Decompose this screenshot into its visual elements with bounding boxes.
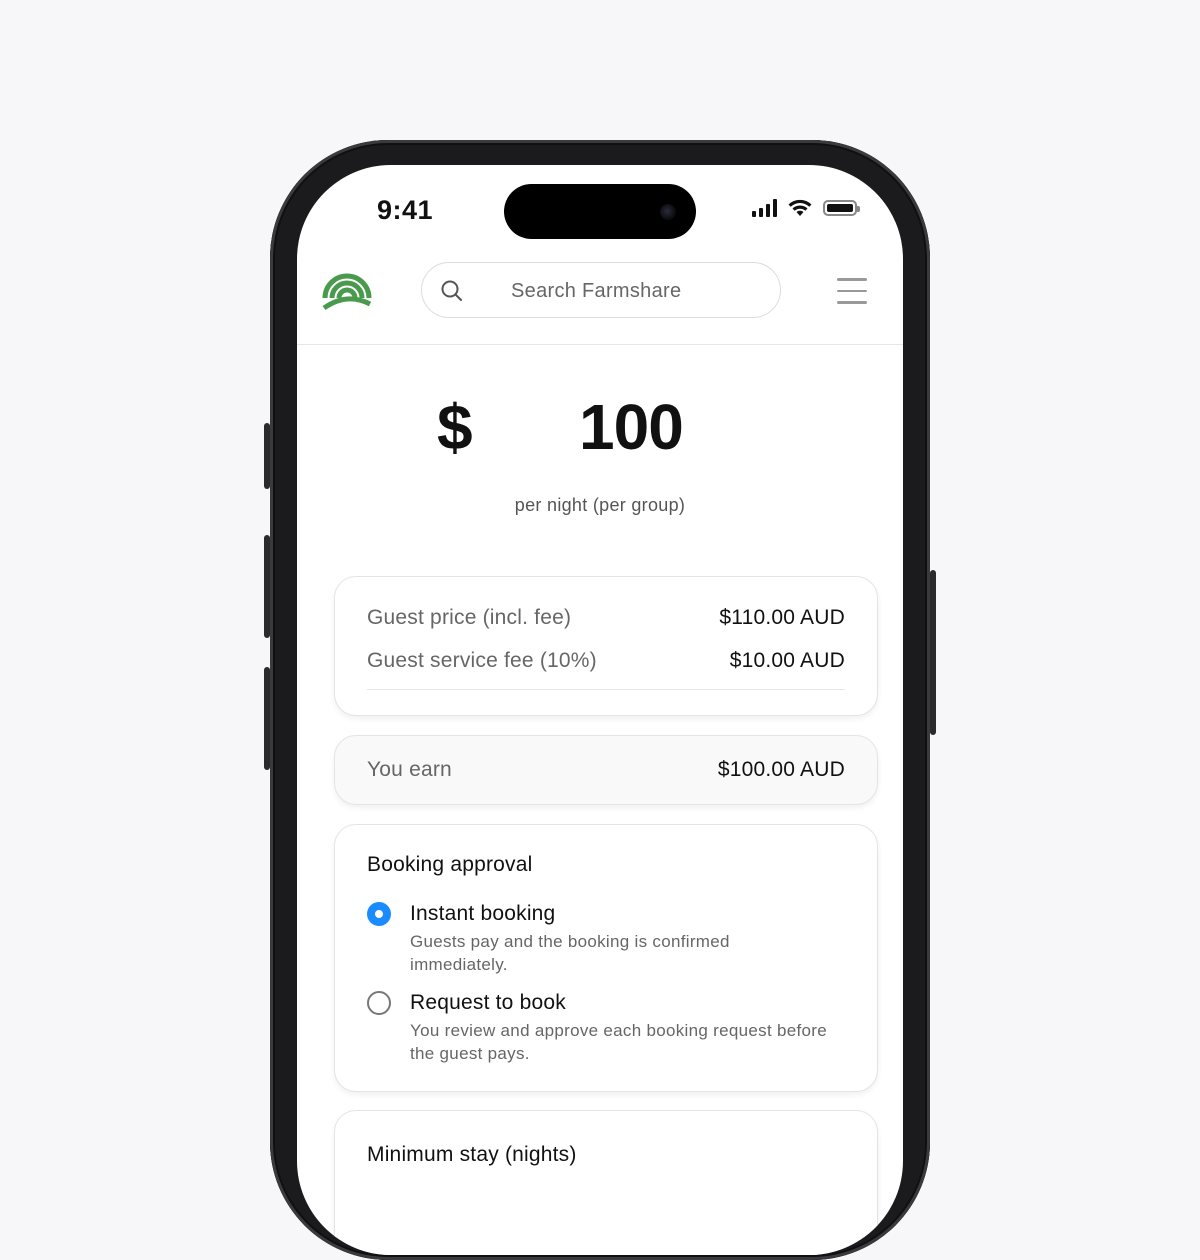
status-time: 9:41	[377, 195, 434, 225]
search-icon	[441, 280, 462, 301]
phone-screen: 9:41 Search Farmshare $ 100 per night (p…	[297, 165, 903, 1255]
minimum-stay-title: Minimum stay (nights)	[367, 1143, 577, 1166]
service-fee-label: Guest service fee (10%)	[367, 649, 597, 672]
booking-approval-card: Booking approval Instant booking Guests …	[334, 824, 878, 1092]
guest-price-value: $110.00 AUD	[719, 606, 845, 629]
price-amount[interactable]: 100	[579, 390, 684, 464]
earnings-value: $100.00 AUD	[717, 758, 845, 781]
guest-price-label: Guest price (incl. fee)	[367, 606, 572, 629]
earnings-card: You earn $100.00 AUD	[334, 735, 878, 805]
action-button	[264, 423, 270, 489]
app-header: Search Farmshare	[297, 260, 903, 345]
earnings-label: You earn	[367, 758, 452, 781]
service-fee-value: $10.00 AUD	[729, 649, 845, 672]
status-icons	[752, 198, 860, 218]
wifi-icon	[788, 199, 812, 216]
instant-booking-radio[interactable]	[367, 902, 391, 926]
phone-frame: 9:41 Search Farmshare $ 100 per night (p…	[264, 140, 936, 1260]
battery-icon	[823, 200, 860, 216]
request-to-book-radio[interactable]	[367, 991, 391, 1015]
camera-icon	[660, 204, 676, 220]
search-placeholder[interactable]: Search Farmshare	[511, 280, 681, 303]
hamburger-menu-icon[interactable]	[837, 278, 867, 304]
search-bar[interactable]: Search Farmshare	[421, 262, 781, 318]
instant-booking-description: Guests pay and the booking is confirmed …	[410, 932, 730, 974]
price-unit: per night (per group)	[514, 495, 686, 515]
request-to-book-title[interactable]: Request to book	[410, 991, 566, 1015]
currency-symbol: $	[437, 391, 473, 463]
dynamic-island	[504, 184, 696, 239]
instant-booking-title[interactable]: Instant booking	[410, 902, 555, 926]
volume-down-button	[264, 667, 270, 770]
breakdown-divider	[367, 689, 845, 690]
price-breakdown-card: Guest price (incl. fee) $110.00 AUD Gues…	[334, 576, 878, 716]
booking-approval-title: Booking approval	[367, 853, 533, 876]
price-input[interactable]: $ 100	[297, 390, 903, 463]
minimum-stay-card: Minimum stay (nights)	[334, 1110, 878, 1255]
signal-icon	[752, 199, 777, 217]
power-button	[930, 570, 936, 735]
farmshare-logo[interactable]	[321, 268, 373, 312]
volume-up-button	[264, 535, 270, 638]
request-to-book-description: You review and approve each booking requ…	[410, 1021, 827, 1063]
